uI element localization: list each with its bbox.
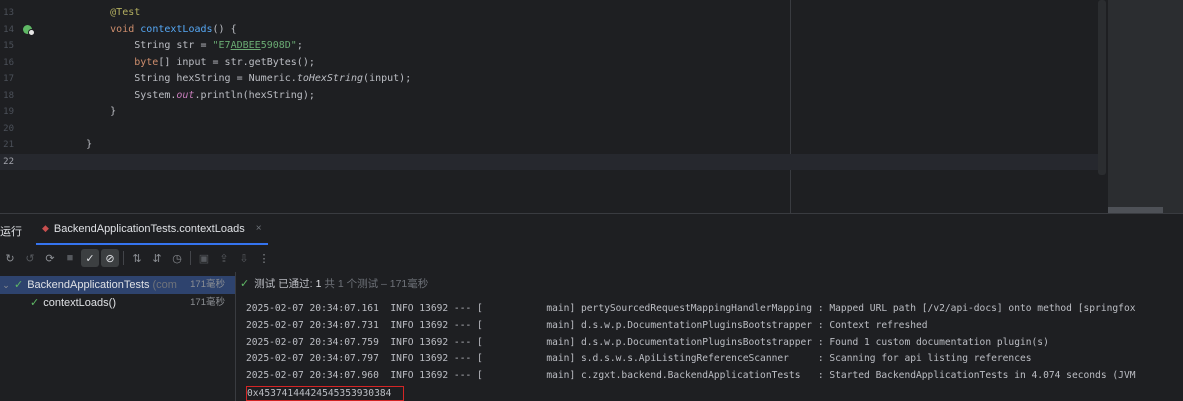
code-line[interactable]: 14 void contextLoads() { (0, 22, 1100, 39)
test-tree: ⌄ ✓ BackendApplicationTests (com 171毫秒 ✓… (0, 272, 236, 401)
code-token: (input); (363, 73, 412, 84)
status-count: 1 (315, 277, 322, 290)
tree-item-label: BackendApplicationTests (27, 279, 150, 291)
code-line[interactable]: 13 @Test (0, 5, 1100, 22)
run-tool-window: 运行 ◆ BackendApplicationTests.contextLoad… (0, 213, 1183, 401)
tree-item-duration: 171毫秒 (190, 297, 225, 308)
code-token: } (62, 139, 93, 150)
code-line[interactable]: 19 } (0, 104, 1100, 121)
code-token: 5908D" (260, 40, 297, 51)
tree-item-package: (com (152, 279, 177, 291)
code-text: String hexString = Numeric.toHexString(i… (62, 71, 411, 88)
tab-backend-application-tests[interactable]: ◆ BackendApplicationTests.contextLoads × (36, 214, 268, 245)
tree-item-duration: 171毫秒 (190, 279, 225, 290)
show-passed-icon[interactable]: ✓ (81, 249, 99, 267)
code-token: "E7 (212, 40, 231, 51)
code-token: contextLoads (140, 23, 213, 35)
code-text: } (62, 137, 92, 154)
code-line[interactable]: 20 (0, 121, 1100, 138)
status-prefix: 测试 已通过: (254, 278, 313, 290)
line-number: 18 (3, 90, 14, 101)
code-text: @Test (62, 5, 140, 22)
tree-item-label: contextLoads() (43, 297, 116, 309)
line-number: 15 (3, 41, 14, 51)
code-token: ADBEE (230, 40, 261, 51)
code-token: byte (62, 56, 159, 68)
code-token: } (62, 106, 117, 117)
rerun-failed-icon[interactable]: ↺ (20, 248, 40, 268)
code-text: void contextLoads() { (62, 22, 237, 39)
code-line[interactable]: 18 System.out.println(hexString); (0, 88, 1100, 105)
editor-side-panel (1108, 0, 1183, 213)
toggle-auto-test-icon[interactable]: ⟳ (40, 248, 60, 268)
code-line[interactable]: 17 String hexString = Numeric.toHexStrin… (0, 71, 1100, 88)
log-line: 2025-02-07 20:34:07.759 INFO 13692 --- [… (246, 336, 1049, 348)
status-passed-icon: ✓ (240, 278, 250, 290)
log-line: 2025-02-07 20:34:07.731 INFO 13692 --- [… (246, 319, 928, 331)
code-token: @Test (62, 7, 141, 18)
code-token: [] input = str.getBytes(); (158, 56, 315, 68)
test-run-icon: ◆ (42, 223, 49, 233)
test-passed-icon: ✓ (30, 297, 40, 309)
code-line[interactable]: 21 } (0, 137, 1100, 154)
more-icon[interactable]: ⋮ (254, 248, 274, 268)
sort-alpha-icon[interactable]: ⇅ (127, 248, 147, 268)
sort-duration-icon[interactable]: ⇵ (147, 248, 167, 268)
code-text: byte[] input = str.getBytes(); (62, 55, 315, 72)
code-token: void (62, 23, 141, 35)
code-token: String hexString = Numeric. (62, 73, 297, 84)
line-number: 13 (3, 8, 14, 18)
screenshot-icon[interactable]: ▣ (194, 248, 214, 268)
log-line: 2025-02-07 20:34:07.960 INFO 13692 --- [… (246, 370, 1136, 382)
toolbar-separator (190, 251, 191, 265)
show-ignored-icon[interactable]: ⊘ (101, 249, 119, 267)
editor-scrollbar[interactable] (1098, 0, 1106, 175)
code-token: () { (212, 23, 237, 35)
code-line[interactable]: 16 byte[] input = str.getBytes(); (0, 55, 1100, 72)
code-token: out (176, 89, 195, 101)
chevron-down-icon[interactable]: ⌄ (0, 276, 12, 294)
code-text: } (62, 104, 116, 121)
code-text: String str = "E7ADBEE5908D"; (62, 38, 303, 55)
toolbar-separator (123, 251, 124, 265)
status-summary: 共 1 个测试 – 171毫秒 (324, 278, 429, 290)
rerun-icon[interactable]: ↻ (0, 248, 20, 268)
console-output[interactable]: 2025-02-07 20:34:07.161 INFO 13692 --- [… (246, 301, 1183, 401)
tree-item-context-loads[interactable]: ✓ contextLoads() 171毫秒 (0, 294, 235, 312)
test-passed-icon: ✓ (14, 279, 24, 291)
run-test-icon[interactable] (23, 24, 35, 36)
run-toolbar: ↻ ↺ ⟳ ■ ✓ ⊘ ⇅ ⇵ ◷ ▣ ⇪ ⇩ ⋮ (0, 247, 300, 269)
log-line: 2025-02-07 20:34:07.797 INFO 13692 --- [… (246, 353, 1032, 365)
test-status: ✓ 测试 已通过: 1 共 1 个测试 – 171毫秒 (240, 276, 428, 291)
code-text: System.out.println(hexString); (62, 88, 315, 105)
history-icon[interactable]: ◷ (167, 248, 187, 268)
code-token: .println(hexString); (194, 89, 315, 101)
code-editor[interactable]: 13 @Test 14 void contextLoads() {15 Strin… (0, 0, 1183, 213)
import-icon[interactable]: ⇩ (234, 248, 254, 268)
close-tab-icon[interactable]: × (256, 223, 262, 234)
line-number: 17 (3, 74, 14, 84)
line-number: 21 (3, 140, 14, 150)
highlighted-result: 0x45374144424545353930384 (246, 385, 405, 401)
line-number: 20 (3, 123, 14, 134)
stop-icon[interactable]: ■ (60, 248, 80, 268)
code-line[interactable]: 22 (0, 153, 1100, 170)
code-token: ; (296, 40, 303, 51)
line-number: 14 (3, 24, 14, 35)
line-number: 22 (3, 156, 14, 167)
line-number: 16 (3, 57, 14, 68)
export-icon[interactable]: ⇪ (214, 248, 234, 268)
code-token: toHexString (296, 73, 364, 84)
log-line: 2025-02-07 20:34:07.161 INFO 13692 --- [… (246, 303, 1136, 314)
code-line[interactable]: 15 String str = "E7ADBEE5908D"; (0, 38, 1100, 55)
run-window-title: 运行 (0, 226, 22, 238)
code-token: String str = (62, 40, 213, 51)
line-number: 19 (3, 107, 14, 117)
tab-label: BackendApplicationTests.contextLoads (53, 222, 245, 235)
tree-item-backend-application-tests[interactable]: ⌄ ✓ BackendApplicationTests (com 171毫秒 (0, 276, 235, 294)
run-tab-bar: 运行 ◆ BackendApplicationTests.contextLoad… (0, 214, 1183, 245)
code-token: System. (62, 89, 177, 101)
